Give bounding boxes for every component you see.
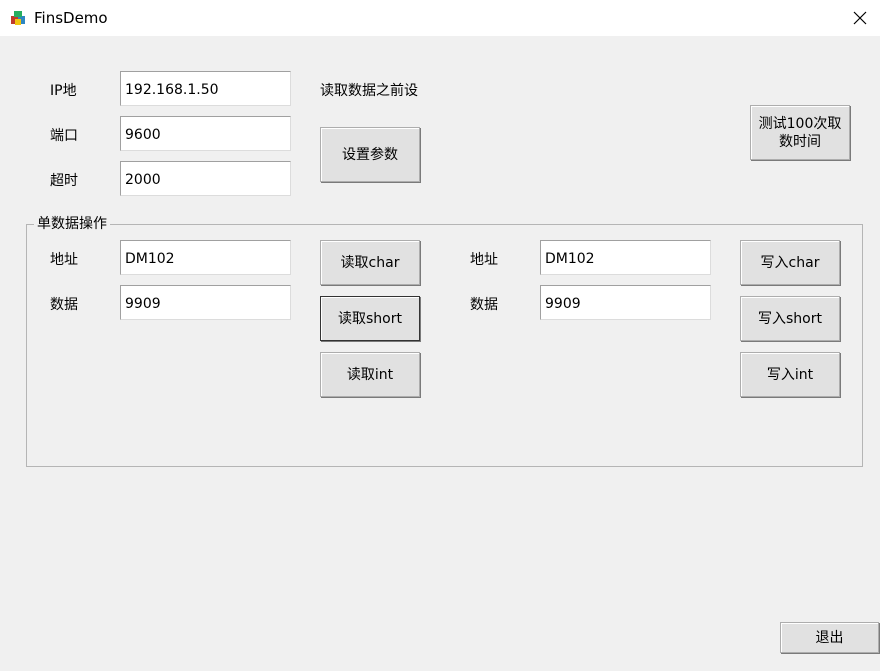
write-data-label: 数据 xyxy=(470,297,498,313)
read-address-input[interactable] xyxy=(120,240,291,275)
read-address-label: 地址 xyxy=(50,252,78,268)
port-label: 端口 xyxy=(50,128,78,144)
close-icon xyxy=(853,11,867,25)
read-data-label: 数据 xyxy=(50,297,78,313)
set-params-button[interactable]: 设置参数 xyxy=(320,127,420,182)
ip-label: IP地 xyxy=(50,83,77,99)
write-char-button[interactable]: 写入char xyxy=(740,240,840,285)
write-data-input[interactable] xyxy=(540,285,711,320)
write-address-input[interactable] xyxy=(540,240,711,275)
write-address-label: 地址 xyxy=(470,252,498,268)
ip-input[interactable] xyxy=(120,71,291,106)
app-icon xyxy=(11,11,25,25)
write-int-button[interactable]: 写入int xyxy=(740,352,840,397)
read-short-button[interactable]: 读取short xyxy=(320,296,420,341)
close-button[interactable] xyxy=(837,0,883,36)
read-char-button[interactable]: 读取char xyxy=(320,240,420,285)
timeout-input[interactable] xyxy=(120,161,291,196)
single-data-group-title: 单数据操作 xyxy=(34,215,110,233)
read-data-input[interactable] xyxy=(120,285,291,320)
write-short-button[interactable]: 写入short xyxy=(740,296,840,341)
port-input[interactable] xyxy=(120,116,291,151)
window-title: FinsDemo xyxy=(34,9,108,27)
settings-hint: 读取数据之前设 xyxy=(320,83,418,99)
test-timing-button[interactable]: 测试100次取数时间 xyxy=(750,105,850,160)
read-int-button[interactable]: 读取int xyxy=(320,352,420,397)
title-bar: FinsDemo xyxy=(0,0,883,36)
exit-button[interactable]: 退出 xyxy=(780,622,879,653)
timeout-label: 超时 xyxy=(50,173,78,189)
